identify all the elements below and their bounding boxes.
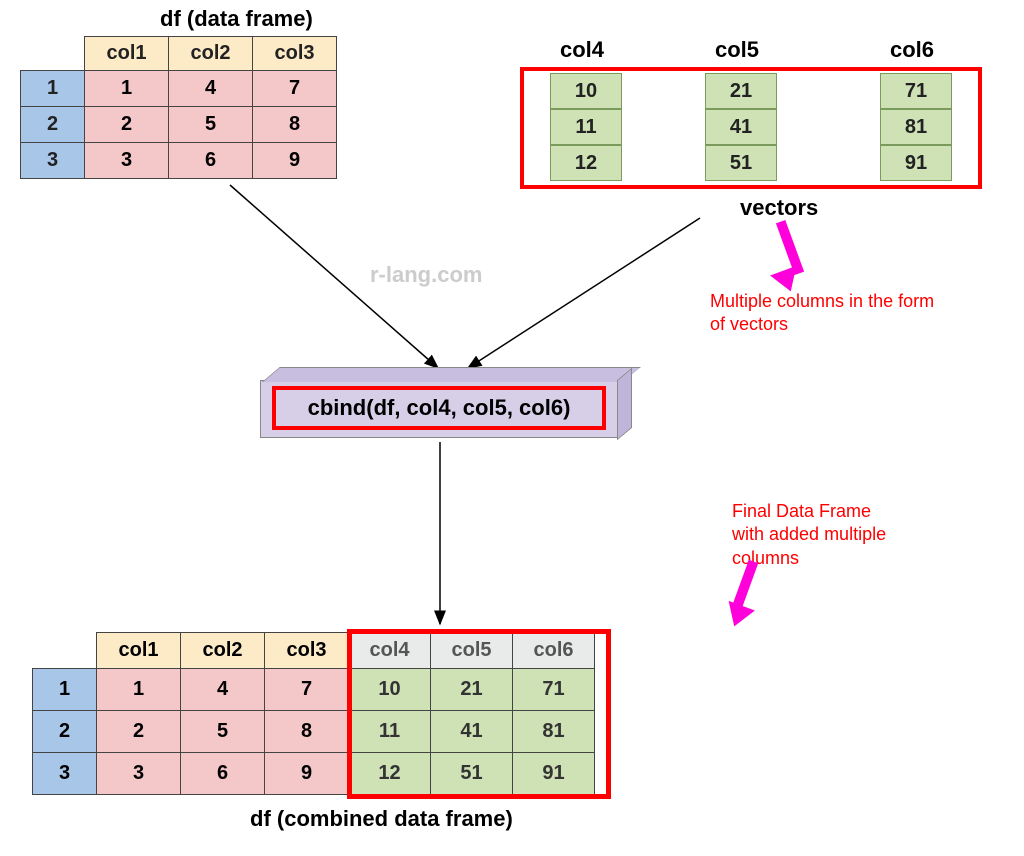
data-cell-new: 91 [513,753,595,795]
data-cell-new: 12 [349,753,431,795]
vector-cell: 41 [705,109,777,145]
vector-cell: 71 [880,73,952,109]
data-cell: 1 [85,71,169,107]
data-cell: 4 [181,669,265,711]
data-cell: 3 [85,143,169,179]
row-header: 1 [21,71,85,107]
combined-table: col1 col2 col3 col4 col5 col6 1 1 4 7 10… [32,632,595,795]
vector-cell: 10 [550,73,622,109]
vector-col5: 21 41 51 [705,73,777,181]
row-header: 3 [21,143,85,179]
vector-cell: 12 [550,145,622,181]
col-header: col1 [97,633,181,669]
vector-col4: 10 11 12 [550,73,622,181]
annotation-line: of vectors [710,314,788,334]
annotation-line: Multiple columns in the form [710,291,934,311]
data-cell: 8 [265,711,349,753]
col-header: col2 [169,37,253,71]
data-cell: 7 [253,71,337,107]
row-header: 2 [33,711,97,753]
data-cell: 7 [265,669,349,711]
row-header: 3 [33,753,97,795]
data-cell-new: 71 [513,669,595,711]
col-header-new: col6 [513,633,595,669]
data-cell: 2 [85,107,169,143]
col-header: col1 [85,37,169,71]
row-header: 1 [33,669,97,711]
vector-label: col5 [715,37,759,63]
col-header: col2 [181,633,265,669]
annotation-vectors: Multiple columns in the form of vectors [710,290,934,337]
data-cell-new: 10 [349,669,431,711]
annotation-final: Final Data Frame with added multiple col… [732,500,886,570]
data-cell: 2 [97,711,181,753]
data-cell: 3 [97,753,181,795]
data-cell-new: 81 [513,711,595,753]
vector-cell: 91 [880,145,952,181]
vector-cell: 51 [705,145,777,181]
col-header-new: col4 [349,633,431,669]
cbind-code: cbind(df, col4, col5, col6) [272,386,606,430]
col-header: col3 [253,37,337,71]
vector-col6: 71 81 91 [880,73,952,181]
annotation-line: Final Data Frame [732,501,871,521]
row-header: 2 [21,107,85,143]
vectors-box: col4 col5 col6 10 11 12 21 41 51 71 81 9… [520,45,990,205]
annotation-line: columns [732,548,799,568]
combined-title: df (combined data frame) [250,806,513,832]
vector-cell: 81 [880,109,952,145]
data-cell: 6 [181,753,265,795]
data-cell: 8 [253,107,337,143]
blank-cell [21,37,85,71]
vector-label: col6 [890,37,934,63]
data-cell: 5 [181,711,265,753]
cbind-box: cbind(df, col4, col5, col6) [260,380,620,454]
vectors-title: vectors [740,195,818,221]
blank-cell [33,633,97,669]
data-cell: 6 [169,143,253,179]
watermark: r-lang.com [370,262,482,288]
data-cell: 9 [253,143,337,179]
vector-cell: 21 [705,73,777,109]
data-cell-new: 21 [431,669,513,711]
vector-label: col4 [560,37,604,63]
df-title: df (data frame) [160,6,313,32]
data-cell: 9 [265,753,349,795]
col-header: col3 [265,633,349,669]
annotation-line: with added multiple [732,524,886,544]
data-cell: 4 [169,71,253,107]
vector-cell: 11 [550,109,622,145]
data-cell: 1 [97,669,181,711]
data-cell-new: 51 [431,753,513,795]
data-cell: 5 [169,107,253,143]
data-cell-new: 11 [349,711,431,753]
df-table: col1 col2 col3 1 1 4 7 2 2 5 8 3 3 6 9 [20,36,337,179]
data-cell-new: 41 [431,711,513,753]
col-header-new: col5 [431,633,513,669]
